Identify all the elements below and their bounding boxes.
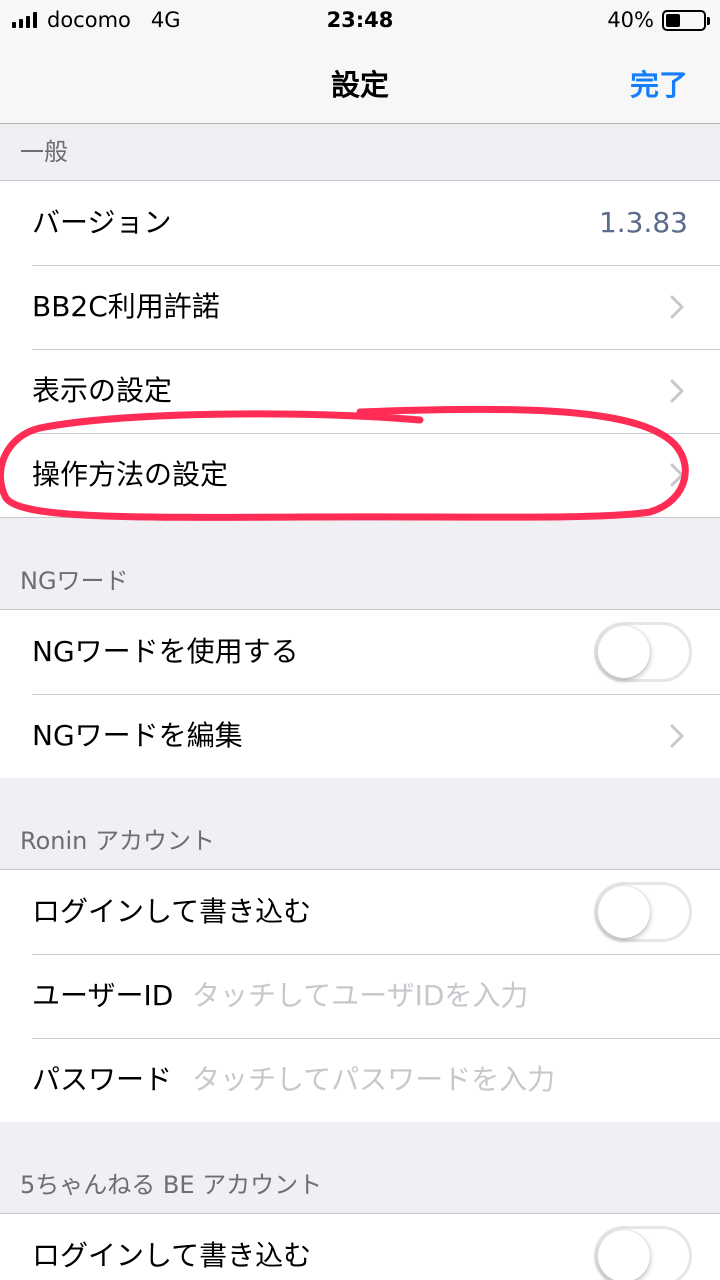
ng-word-use-toggle[interactable]	[594, 622, 692, 682]
be-login-label: ログインして書き込む	[32, 1239, 312, 1272]
section-header-general: 一般	[0, 125, 720, 181]
group-ronin: ログインして書き込む ユーザーID タッチしてユーザIDを入力 パスワード タッ…	[0, 869, 720, 1123]
password-input[interactable]: タッチしてパスワードを入力	[192, 1038, 555, 1122]
group-ng-word: NGワードを使用する NGワードを編集	[0, 609, 720, 779]
row-user-id[interactable]: ユーザーID タッチしてユーザIDを入力	[0, 954, 720, 1038]
row-ng-word-use: NGワードを使用する	[0, 610, 720, 694]
chevron-right-icon	[670, 379, 684, 403]
row-license[interactable]: BB2C利用許諾	[0, 265, 720, 349]
version-label: バージョン	[32, 206, 172, 239]
chevron-right-icon	[670, 724, 684, 748]
password-label: パスワード	[32, 1063, 173, 1096]
row-display-settings[interactable]: 表示の設定	[0, 349, 720, 433]
section-label-be: 5ちゃんねる BE アカウント	[20, 1171, 323, 1199]
row-ronin-login: ログインして書き込む	[0, 870, 720, 954]
operation-settings-label: 操作方法の設定	[32, 458, 229, 491]
section-header-be: 5ちゃんねる BE アカウント	[0, 1122, 720, 1214]
section-header-ronin: Ronin アカウント	[0, 778, 720, 870]
row-operation-settings[interactable]: 操作方法の設定	[0, 433, 720, 517]
ng-word-use-label: NGワードを使用する	[32, 635, 299, 668]
battery-icon	[662, 9, 710, 31]
chevron-right-icon	[670, 463, 684, 487]
be-login-toggle[interactable]	[594, 1226, 692, 1280]
status-right: 40%	[607, 6, 710, 34]
battery-level-fill	[666, 13, 681, 27]
group-general: バージョン 1.3.83 BB2C利用許諾 表示の設定 操作方法の設定	[0, 180, 720, 518]
navigation-bar: 設定 完了	[0, 40, 720, 124]
section-label-ng-word: NGワード	[20, 567, 129, 595]
display-settings-label: 表示の設定	[32, 374, 173, 407]
toggle-knob	[598, 886, 650, 938]
page-title: 設定	[330, 68, 389, 102]
ronin-login-label: ログインして書き込む	[32, 895, 312, 928]
user-id-input[interactable]: タッチしてユーザIDを入力	[192, 954, 528, 1038]
chevron-right-icon	[670, 295, 684, 319]
battery-percent: 40%	[607, 8, 654, 32]
license-label: BB2C利用許諾	[32, 290, 220, 323]
section-header-ng-word: NGワード	[0, 518, 720, 610]
row-be-login: ログインして書き込む	[0, 1214, 720, 1280]
ng-word-edit-label: NGワードを編集	[32, 719, 243, 752]
section-label-ronin: Ronin アカウント	[20, 827, 215, 855]
row-ng-word-edit[interactable]: NGワードを編集	[0, 694, 720, 778]
status-bar: docomo 4G 23:48 40%	[0, 0, 720, 40]
ronin-login-toggle[interactable]	[594, 882, 692, 942]
section-label-general: 一般	[20, 138, 68, 166]
version-value: 1.3.83	[598, 206, 688, 239]
toggle-knob	[598, 626, 650, 678]
row-password[interactable]: パスワード タッチしてパスワードを入力	[0, 1038, 720, 1122]
group-be: ログインして書き込む	[0, 1213, 720, 1280]
user-id-label: ユーザーID	[32, 979, 174, 1012]
toggle-knob	[598, 1230, 650, 1280]
done-button[interactable]: 完了	[630, 62, 688, 104]
row-version: バージョン 1.3.83	[0, 181, 720, 265]
